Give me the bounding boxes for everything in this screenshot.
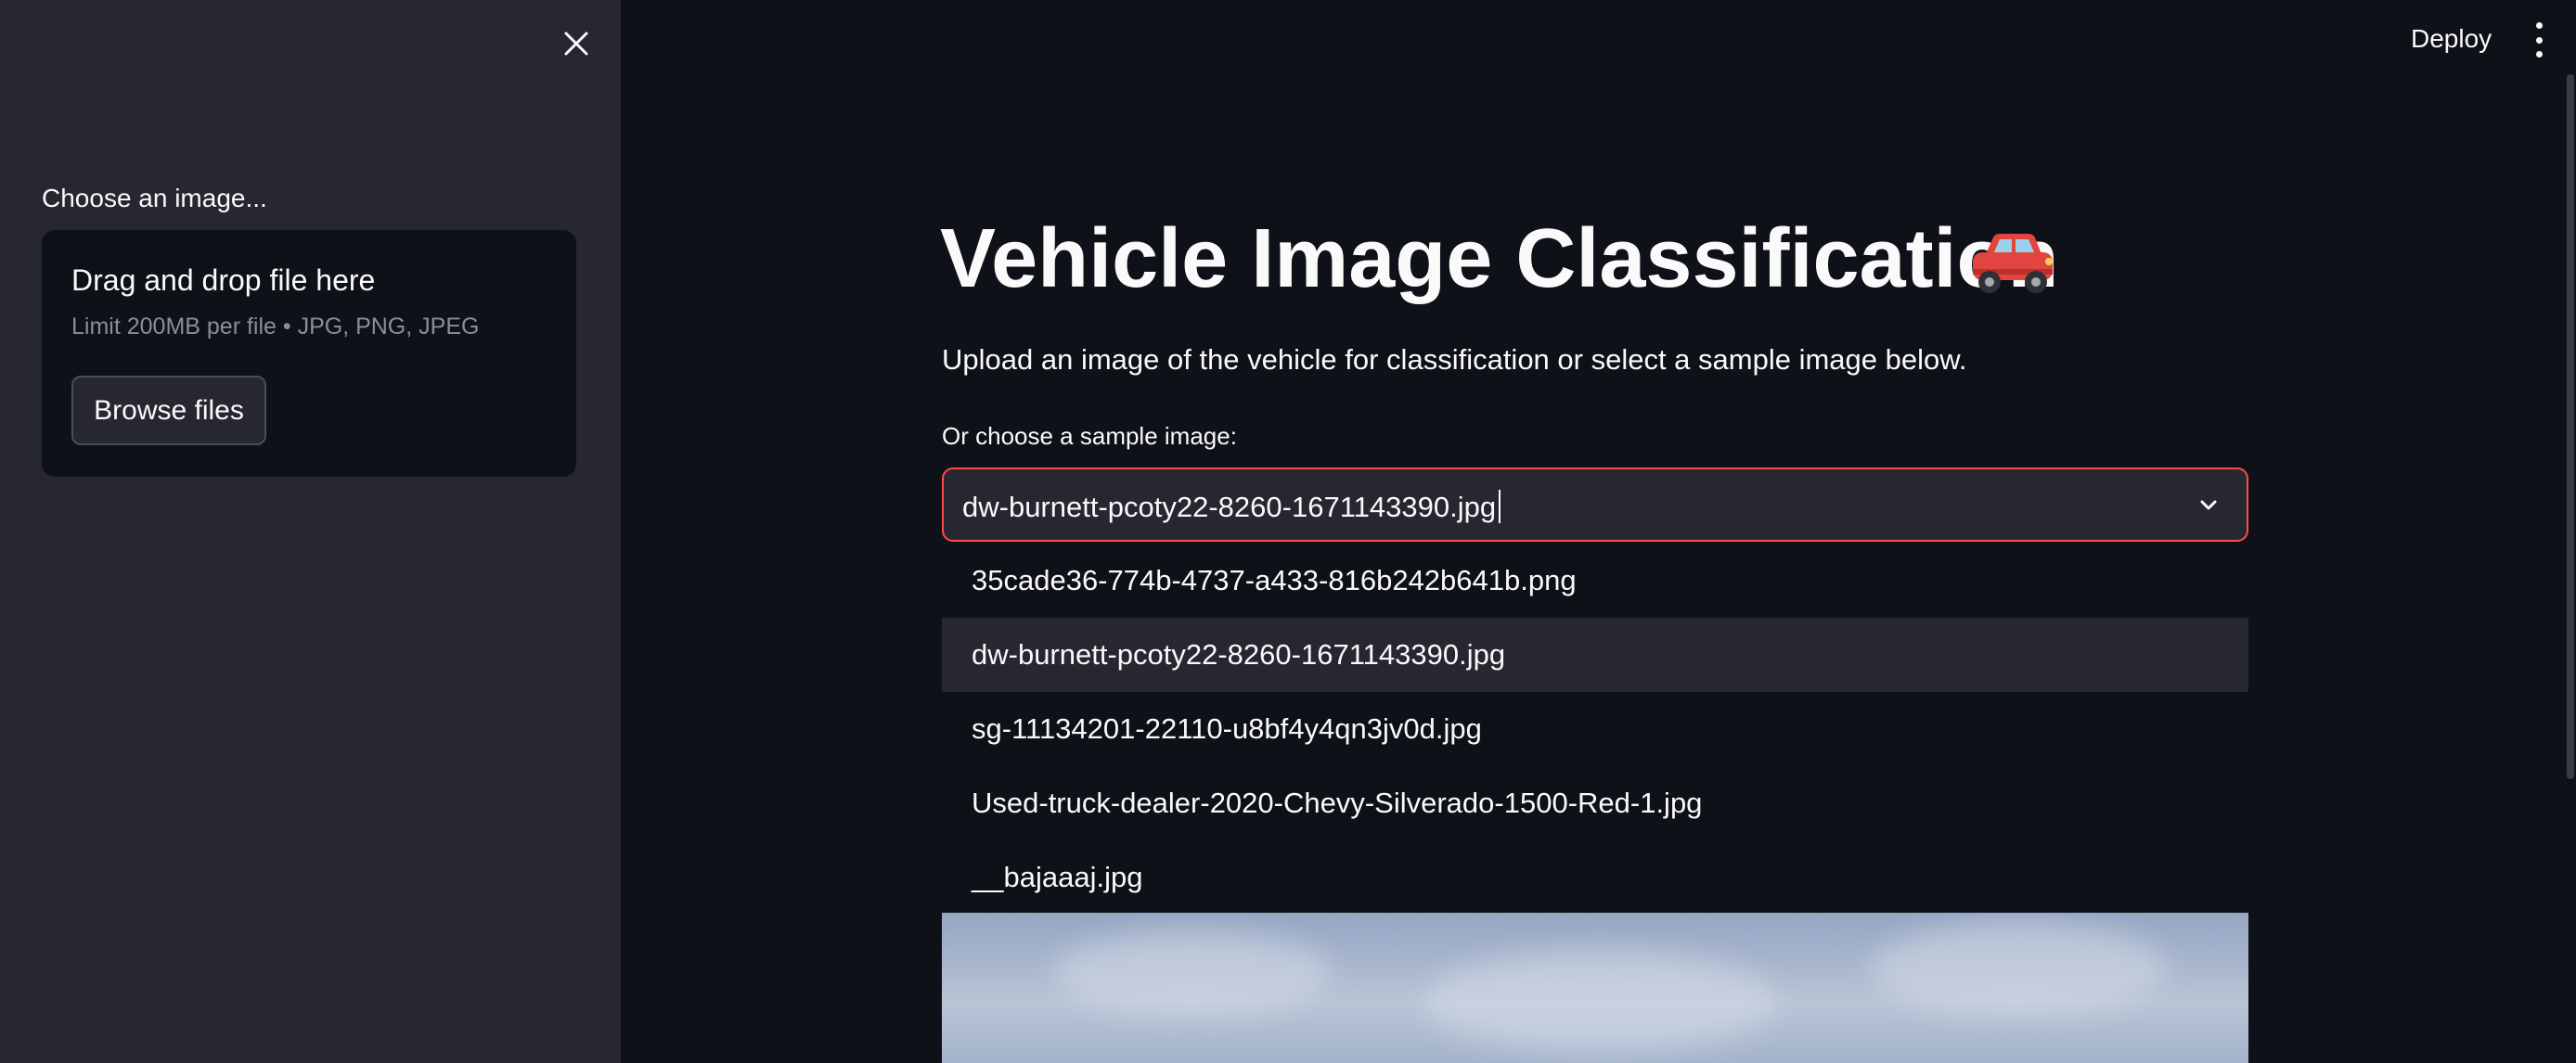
sample-image-select[interactable]: dw-burnett-pcoty22-8260-1671143390.jpg	[942, 467, 2248, 542]
uploader-label: Choose an image...	[42, 184, 267, 212]
select-current-value: dw-burnett-pcoty22-8260-1671143390.jpg	[962, 491, 1497, 523]
dropzone-title: Drag and drop file here	[71, 263, 376, 297]
sample-options-list: 35cade36-774b-4737-a433-816b242b641b.png…	[942, 544, 2248, 913]
option-item-selected[interactable]: dw-burnett-pcoty22-8260-1671143390.jpg	[942, 618, 2248, 692]
car-icon	[1973, 234, 2053, 293]
option-item[interactable]: sg-11134201-22110-u8bf4y4qn3jv0d.jpg	[942, 692, 2248, 766]
text-caret	[1499, 490, 1501, 523]
browse-files-button[interactable]: Browse files	[71, 376, 266, 445]
sample-image-preview	[942, 913, 2248, 1063]
dropzone-limit-text: Limit 200MB per file • JPG, PNG, JPEG	[71, 314, 480, 339]
chevron-down-icon[interactable]	[2195, 492, 2222, 519]
sidebar: Choose an image... Drag and drop file he…	[0, 0, 621, 1063]
page-subtitle: Upload an image of the vehicle for class…	[942, 343, 1967, 376]
more-options-icon[interactable]	[2528, 22, 2550, 58]
close-sidebar-button[interactable]	[557, 24, 596, 63]
option-item[interactable]: __bajaaaj.jpg	[942, 840, 2248, 913]
close-icon	[564, 32, 588, 56]
deploy-button[interactable]: Deploy	[2411, 24, 2492, 54]
option-item[interactable]: Used-truck-dealer-2020-Chevy-Silverado-1…	[942, 766, 2248, 840]
scrollbar[interactable]	[2567, 74, 2574, 779]
file-dropzone[interactable]: Drag and drop file here Limit 200MB per …	[42, 230, 576, 477]
option-item[interactable]: 35cade36-774b-4737-a433-816b242b641b.png	[942, 544, 2248, 618]
sample-select-label: Or choose a sample image:	[942, 422, 1237, 450]
page-title: Vehicle Image Classification	[940, 212, 2059, 305]
